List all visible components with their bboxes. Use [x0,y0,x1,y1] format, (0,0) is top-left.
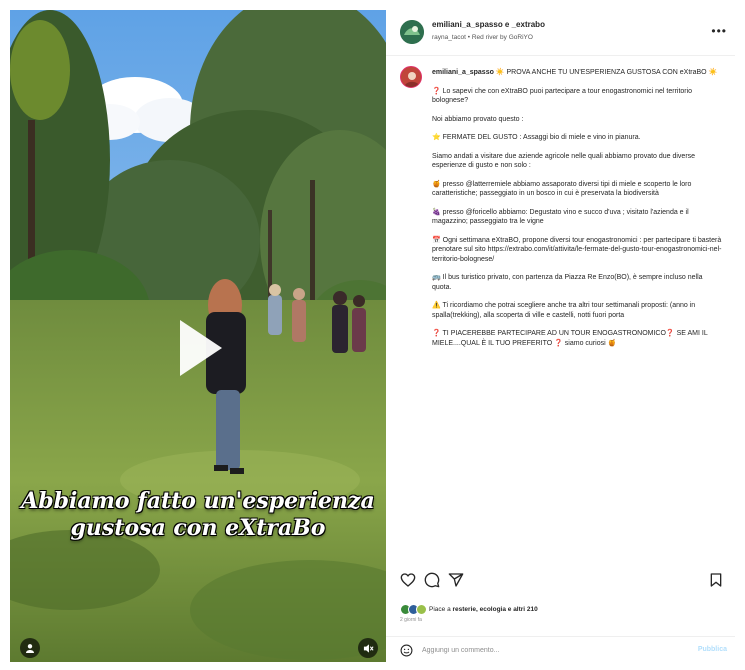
post-caption: emiliani_a_spasso ☀️ PROVA ANCHE TU UN'E… [432,68,722,357]
share-button[interactable] [448,572,464,588]
avatar-image [401,67,421,87]
save-button[interactable] [708,572,724,588]
more-horizontal-icon: ••• [711,24,727,38]
caption-paragraph: Siamo andati a visitare due aziende agri… [432,152,696,170]
caption-paragraph: Noi abbiamo provato questo : [432,115,524,123]
comment-button[interactable] [424,572,440,588]
post-date: 2 giorni fa [400,617,422,623]
emoji-icon [400,644,413,657]
likes-names[interactable]: resterie, ecologia e altri 210 [453,606,538,613]
post-header: emiliani_a_spasso e _extrabo rayna_tacot… [386,10,735,56]
tagged-users-button[interactable] [20,638,40,658]
post-actions-bar [386,570,735,594]
emoji-button[interactable] [400,644,413,657]
caption-paragraph: ⭐ FERMATE DEL GUSTO : Assaggi bio di mie… [432,134,641,141]
video-caption-overlay: Abbiamo fatto un'esperienza gustosa con … [18,488,378,542]
audio-toggle-button[interactable] [358,638,378,658]
caption-headline-text: ☀️ PROVA ANCHE TU UN'ESPERIENZA GUSTOSA … [495,69,718,76]
comment-icon [424,572,440,588]
likes-text: Piace a resterie, ecologia e altri 210 [429,606,538,613]
likers-avatars [400,603,427,615]
video-caption-line: Abbiamo fatto un'esperienza [21,488,375,514]
liker-avatar [416,603,427,615]
user-icon [26,644,34,653]
caption-paragraph: 🍯 presso @latterremiele abbiamo assapora… [432,180,692,198]
heart-icon [400,573,416,587]
avatar-image [400,20,424,44]
play-button[interactable] [176,318,226,378]
caption-paragraph: ❓ TI PIACEREBBE PARTECIPARE AD UN TOUR E… [432,330,708,347]
speaker-muted-icon [363,643,374,653]
add-comment-bar: Pubblica [386,636,735,662]
audio-attribution[interactable]: rayna_tacot • Red river by GoRiYO [432,34,533,41]
caption-username[interactable]: emiliani_a_spasso [432,69,494,76]
bookmark-icon [710,573,722,587]
caption-paragraph: 🚌 Il bus turistico privato, con partenza… [432,274,703,291]
post-comment-button[interactable]: Pubblica [698,646,727,653]
video-caption-line: gustosa con eXtraBo [70,515,326,541]
author-username[interactable]: emiliani_a_spasso e _extrabo [432,20,545,29]
likes-prefix: Piace a [429,605,453,613]
caption-paragraph: 🍇 presso @foricello abbiamo: Degustato v… [432,208,689,226]
send-icon [448,573,464,587]
post-media-video[interactable]: Abbiamo fatto un'esperienza gustosa con … [10,10,386,662]
more-options-button[interactable]: ••• [711,24,727,38]
post-details-panel: emiliani_a_spasso e _extrabo rayna_tacot… [386,10,735,662]
caption-paragraph: 📅 Ogni settimana eXtraBO, propone divers… [432,236,722,263]
likes-summary[interactable]: Piace a resterie, ecologia e altri 210 [400,602,720,616]
caption-author-avatar[interactable] [400,66,422,88]
caption-headline: emiliani_a_spasso ☀️ PROVA ANCHE TU UN'E… [432,68,722,78]
caption-paragraph: ❓ Lo sapevi che con eXtraBO puoi parteci… [432,87,693,105]
play-icon [180,320,222,376]
author-avatar[interactable] [400,20,424,44]
caption-scroll-area[interactable]: emiliani_a_spasso ☀️ PROVA ANCHE TU UN'E… [386,56,735,566]
caption-paragraph: ⚠️ Ti ricordiamo che potrai scegliere an… [432,302,696,319]
like-button[interactable] [400,572,416,588]
comment-input[interactable] [422,643,672,657]
